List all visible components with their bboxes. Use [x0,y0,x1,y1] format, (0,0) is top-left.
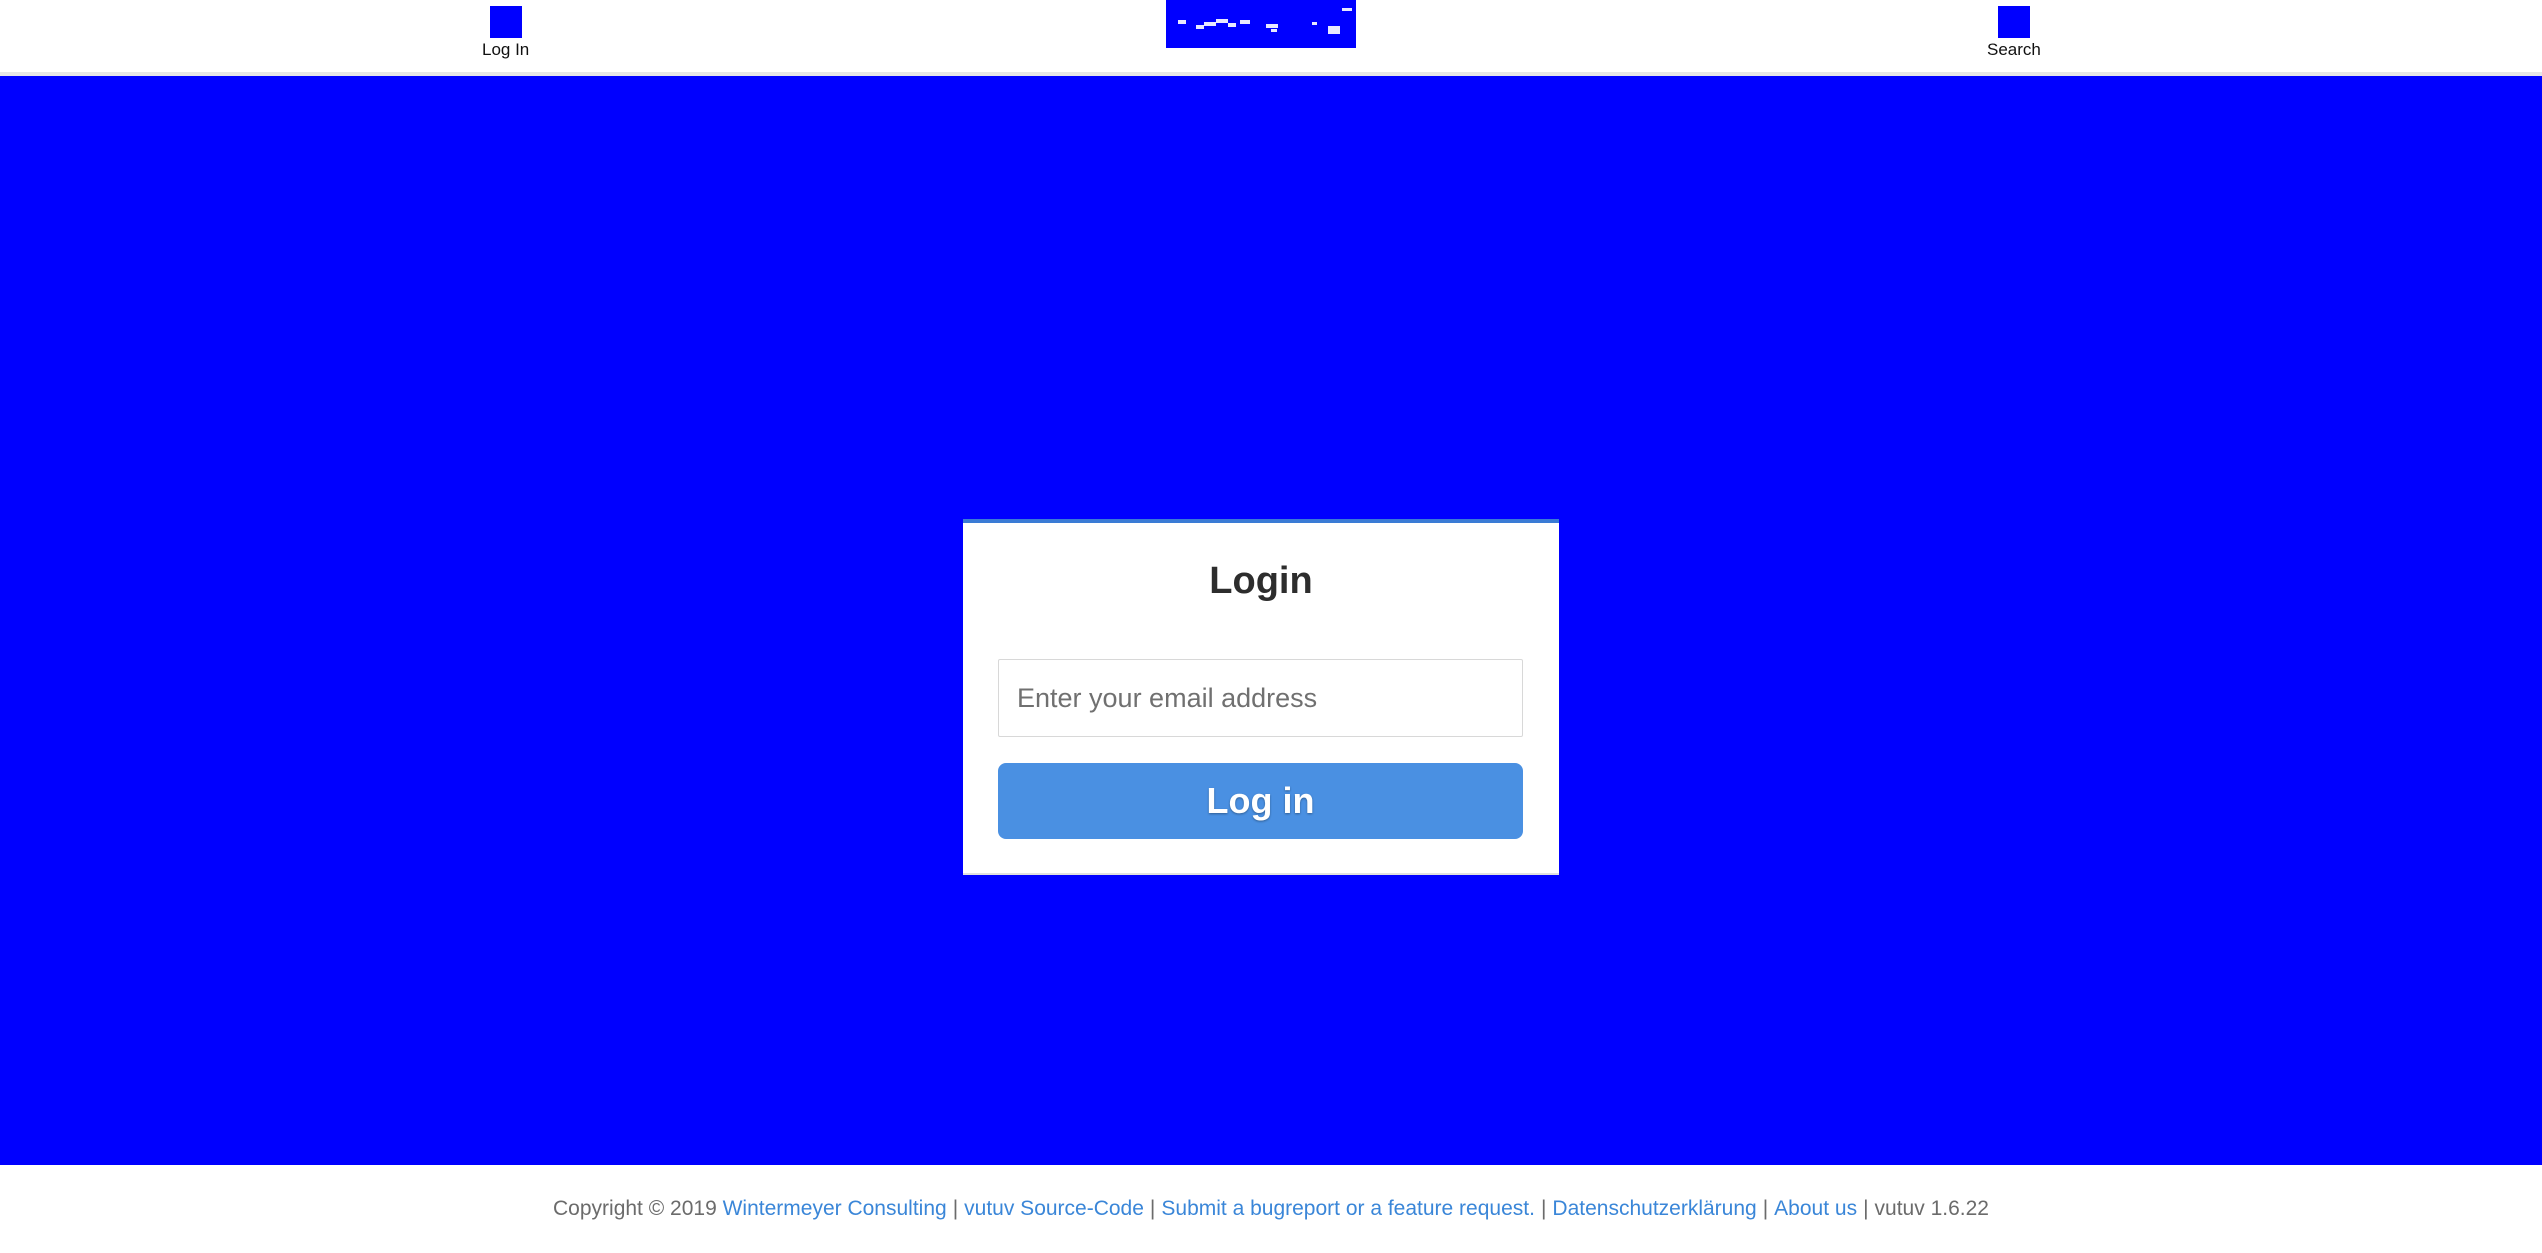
company-link[interactable]: Wintermeyer Consulting [723,1197,947,1221]
copyright-text: Copyright © 2019 [553,1197,717,1220]
footer-separator: | [1149,1197,1156,1220]
search-icon [1997,6,2030,38]
search-nav-link[interactable]: Search [1987,6,2041,60]
footer-separator: | [952,1197,959,1220]
main-content-area: Login Log in [0,76,2542,1165]
version-text: vutuv 1.6.22 [1874,1197,1989,1220]
email-input[interactable] [998,659,1523,737]
login-button[interactable]: Log in [998,763,1523,839]
login-nav-label: Log In [482,40,530,59]
about-us-link[interactable]: About us [1774,1197,1857,1221]
search-nav-label: Search [1987,40,2041,59]
privacy-link[interactable]: Datenschutzerklärung [1552,1197,1756,1221]
bugreport-link[interactable]: Submit a bugreport or a feature request. [1161,1197,1535,1221]
source-code-link[interactable]: vutuv Source-Code [964,1197,1144,1221]
top-navigation-bar: Log In Search [0,0,2542,76]
login-nav-link[interactable]: Log In [482,6,529,60]
footer-separator: | [1863,1197,1869,1220]
footer: Copyright © 2019 Wintermeyer Consulting … [0,1165,2542,1253]
footer-separator: | [1540,1197,1547,1220]
vutuv-logo[interactable] [1166,0,1356,48]
login-title: Login [1209,560,1313,602]
user-icon [489,6,522,38]
login-form: Login Log in [963,519,1559,875]
footer-separator: | [1762,1197,1769,1220]
